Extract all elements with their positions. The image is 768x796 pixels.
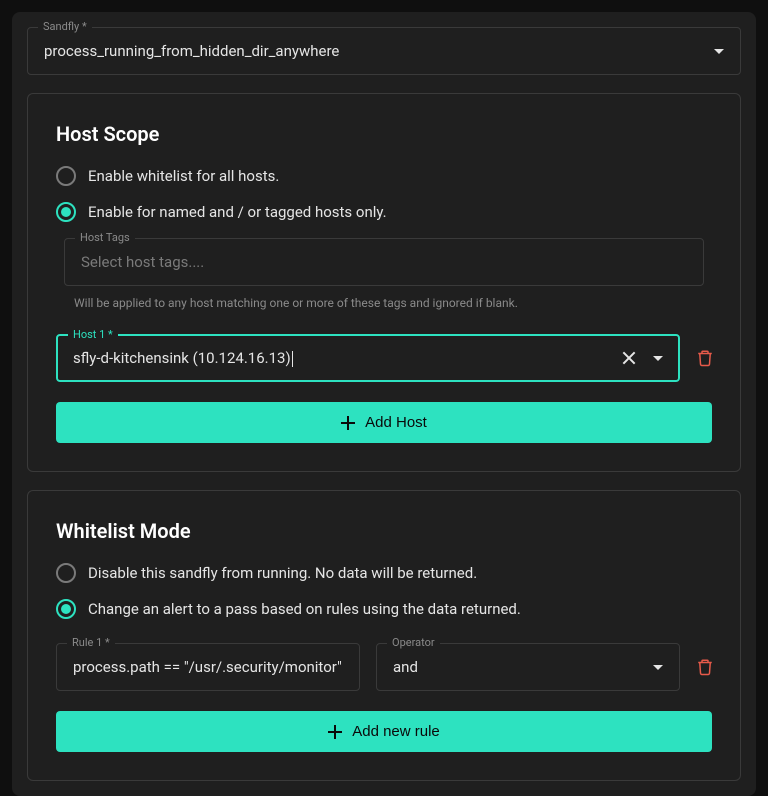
host-tags-label: Host Tags: [75, 231, 135, 244]
rule-1-label: Rule 1 *: [67, 636, 115, 649]
host-tags-select[interactable]: Host Tags Select host tags....: [64, 238, 704, 286]
radio-icon-checked: [56, 599, 76, 619]
delete-host-button[interactable]: [696, 349, 712, 367]
chevron-down-icon: [714, 49, 724, 54]
radio-disable-sandfly[interactable]: Disable this sandfly from running. No da…: [56, 563, 712, 583]
add-rule-label: Add new rule: [352, 723, 440, 740]
operator-value: and: [393, 658, 653, 676]
trash-icon: [696, 658, 714, 676]
add-host-button[interactable]: Add Host: [56, 402, 712, 443]
add-host-label: Add Host: [365, 414, 427, 431]
sandfly-select[interactable]: Sandfly * process_running_from_hidden_di…: [27, 27, 741, 75]
radio-enable-named[interactable]: Enable for named and / or tagged hosts o…: [56, 202, 712, 222]
radio-icon-checked: [56, 202, 76, 222]
radio-label-all: Enable whitelist for all hosts.: [88, 167, 279, 185]
host-tags-helper: Will be applied to any host matching one…: [74, 296, 704, 310]
radio-label-named: Enable for named and / or tagged hosts o…: [88, 203, 387, 221]
sandfly-label: Sandfly *: [38, 20, 92, 33]
radio-icon: [56, 166, 76, 186]
host-1-label: Host 1 *: [68, 328, 118, 341]
whitelist-mode-section: Whitelist Mode Disable this sandfly from…: [27, 490, 741, 781]
radio-icon: [56, 563, 76, 583]
rule-1-value: process.path == "/usr/.security/monitor": [73, 658, 343, 676]
sandfly-value: process_running_from_hidden_dir_anywhere: [44, 42, 714, 60]
host-scope-title: Host Scope: [56, 122, 712, 146]
rule-1-input[interactable]: Rule 1 * process.path == "/usr/.security…: [56, 643, 360, 691]
operator-select[interactable]: Operator and: [376, 643, 680, 691]
host-scope-section: Host Scope Enable whitelist for all host…: [27, 93, 741, 472]
rule-1-row: Rule 1 * process.path == "/usr/.security…: [56, 643, 712, 691]
chevron-down-icon: [653, 665, 663, 670]
host-1-value: sfly-d-kitchensink (10.124.16.13): [73, 349, 621, 367]
whitelist-mode-title: Whitelist Mode: [56, 519, 712, 543]
radio-label-disable: Disable this sandfly from running. No da…: [88, 564, 477, 582]
operator-label: Operator: [387, 636, 440, 649]
plus-icon: [328, 725, 342, 739]
plus-icon: [341, 416, 355, 430]
host-1-input[interactable]: Host 1 * sfly-d-kitchensink (10.124.16.1…: [56, 334, 680, 382]
host-tags-placeholder: Select host tags....: [81, 253, 687, 271]
host-1-row: Host 1 * sfly-d-kitchensink (10.124.16.1…: [56, 334, 712, 382]
radio-change-alert[interactable]: Change an alert to a pass based on rules…: [56, 599, 712, 619]
radio-enable-all[interactable]: Enable whitelist for all hosts.: [56, 166, 712, 186]
chevron-down-icon[interactable]: [653, 356, 663, 361]
radio-label-change: Change an alert to a pass based on rules…: [88, 600, 521, 618]
delete-rule-button[interactable]: [696, 658, 712, 676]
trash-icon: [696, 349, 714, 367]
clear-icon[interactable]: [621, 350, 637, 366]
add-rule-button[interactable]: Add new rule: [56, 711, 712, 752]
